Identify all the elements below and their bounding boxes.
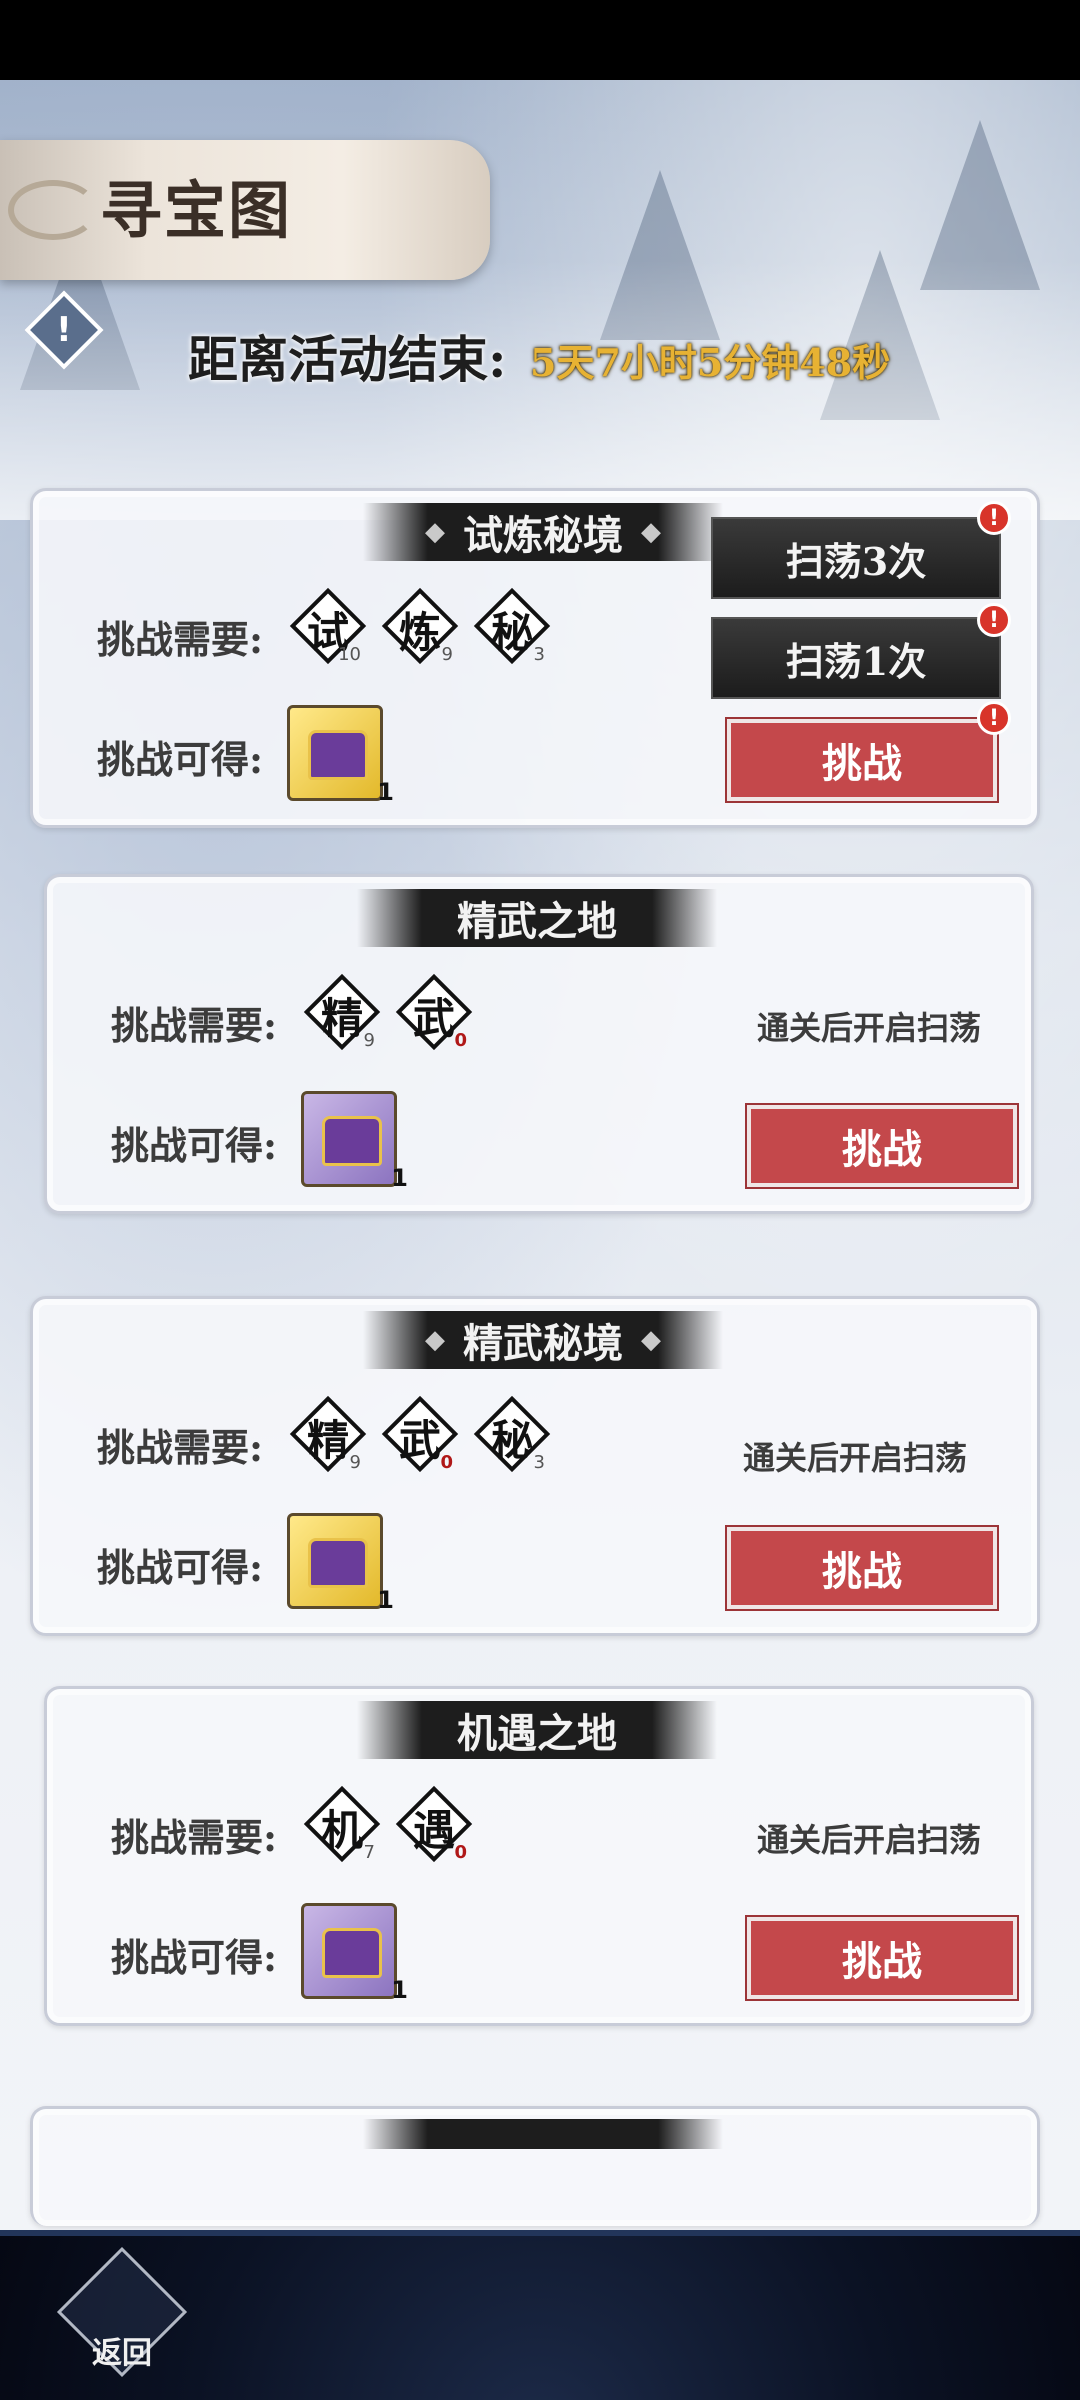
warning-glyph: !: [56, 309, 72, 350]
fragment-item[interactable]: 秘3: [471, 1393, 553, 1475]
reward-label: 挑战可得:: [111, 1123, 278, 1168]
cloud-ornament-icon: ◆: [641, 517, 661, 547]
sweep-locked-hint: 通关后开启扫荡: [757, 1821, 982, 1859]
reward-label: 挑战可得:: [97, 737, 264, 782]
stage-card-5-partial: [30, 2106, 1040, 2226]
cloud-ornament-icon: ◆: [425, 1325, 445, 1355]
stage-card-2: 精武之地 挑战需要: 精9 武0 挑战可得: 1 通关后开启扫荡 挑战: [44, 874, 1034, 1214]
reward-label: 挑战可得:: [111, 1935, 278, 1980]
challenge-button[interactable]: 挑战: [745, 1915, 1019, 2001]
cloud-ornament-icon: ◆: [425, 517, 445, 547]
fragment-item[interactable]: 武0: [379, 1393, 461, 1475]
fragment-list: 精9 武0 秘3: [287, 1393, 553, 1475]
card-title: 试炼秘境: [463, 512, 623, 559]
fragment-item[interactable]: 精9: [301, 971, 383, 1053]
fragment-list: 试 10 炼9 秘3: [287, 585, 553, 667]
challenge-button[interactable]: 挑战: [725, 717, 999, 803]
wave-pattern: [0, 2230, 1080, 2236]
fragment-item[interactable]: 炼9: [379, 585, 461, 667]
card-title-banner: ◆ 精武秘境 ◆: [363, 1311, 723, 1369]
back-label: 返回: [92, 2336, 152, 2371]
stage-card-1: ◆ 试炼秘境 ◆ 挑战需要: 试 10 炼9 秘3 挑战可得: 1 扫荡3次 ! …: [30, 488, 1040, 828]
require-label: 挑战需要:: [97, 1425, 264, 1470]
fragment-count: 9: [349, 1452, 361, 1473]
fragment-item[interactable]: 秘3: [471, 585, 553, 667]
cloud-swirl-icon: [8, 180, 98, 240]
fragment-count: 0: [454, 1030, 467, 1051]
mist: [0, 260, 1080, 520]
card-title-banner: 机遇之地: [357, 1701, 717, 1759]
card-title: 机遇之地: [457, 1710, 617, 1757]
fragment-item[interactable]: 武0: [393, 971, 475, 1053]
treasure-chest-icon[interactable]: 1: [301, 1091, 408, 1192]
sweep-locked-hint: 通关后开启扫荡: [743, 1439, 968, 1477]
challenge-button[interactable]: 挑战: [725, 1525, 999, 1611]
fragment-item[interactable]: 机7: [301, 1783, 383, 1865]
fragment-item[interactable]: 精9: [287, 1393, 369, 1475]
card-title: 精武秘境: [463, 1320, 623, 1367]
sweep-3-button[interactable]: 扫荡3次: [711, 517, 1001, 599]
alert-badge-icon: !: [977, 501, 1011, 535]
treasure-chest-icon[interactable]: 1: [287, 1513, 394, 1614]
stage-card-4: 机遇之地 挑战需要: 机7 遇0 挑战可得: 1 通关后开启扫荡 挑战: [44, 1686, 1034, 2026]
countdown-value: 5天7小时5分钟48秒: [530, 340, 891, 385]
card-title-banner: [363, 2119, 723, 2149]
alert-badge-icon: !: [977, 603, 1011, 637]
require-label: 挑战需要:: [111, 1815, 278, 1860]
fragment-count: 9: [363, 1030, 375, 1051]
require-label: 挑战需要:: [97, 617, 264, 662]
fragment-count: 9: [441, 644, 453, 665]
treasure-chest-icon[interactable]: 1: [301, 1903, 408, 2004]
fragment-count: 7: [363, 1842, 375, 1863]
countdown-label: 距离活动结束:: [188, 330, 507, 389]
reward-count: 1: [377, 778, 394, 806]
fragment-count: 0: [454, 1842, 467, 1863]
sweep-locked-hint: 通关后开启扫荡: [757, 1009, 982, 1047]
cloud-ornament-icon: ◆: [641, 1325, 661, 1355]
treasure-chest-icon[interactable]: 1: [287, 705, 394, 806]
fragment-item[interactable]: 遇0: [393, 1783, 475, 1865]
sweep-1-button[interactable]: 扫荡1次: [711, 617, 1001, 699]
alert-badge-icon: !: [977, 701, 1011, 735]
page-title: 寻宝图: [100, 174, 293, 247]
reward-count: 1: [377, 1586, 394, 1614]
fragment-item[interactable]: 试 10: [287, 585, 369, 667]
fragment-count: 3: [533, 1452, 545, 1473]
fragment-count: 10: [338, 644, 361, 665]
fragment-count: 3: [533, 644, 545, 665]
reward-label: 挑战可得:: [97, 1545, 264, 1590]
require-label: 挑战需要:: [111, 1003, 278, 1048]
back-button[interactable]: 返回: [56, 2246, 188, 2378]
reward-count: 1: [391, 1164, 408, 1192]
card-title-banner: 精武之地: [357, 889, 717, 947]
fragment-list: 机7 遇0: [301, 1783, 475, 1865]
stage-card-3: ◆ 精武秘境 ◆ 挑战需要: 精9 武0 秘3 挑战可得: 1 通关后开启扫荡 …: [30, 1296, 1040, 1636]
challenge-button[interactable]: 挑战: [745, 1103, 1019, 1189]
fragment-list: 精9 武0: [301, 971, 475, 1053]
reward-count: 1: [391, 1976, 408, 2004]
card-title-banner: ◆ 试炼秘境 ◆: [363, 503, 723, 561]
card-title: 精武之地: [457, 898, 617, 945]
fragment-count: 0: [440, 1452, 453, 1473]
